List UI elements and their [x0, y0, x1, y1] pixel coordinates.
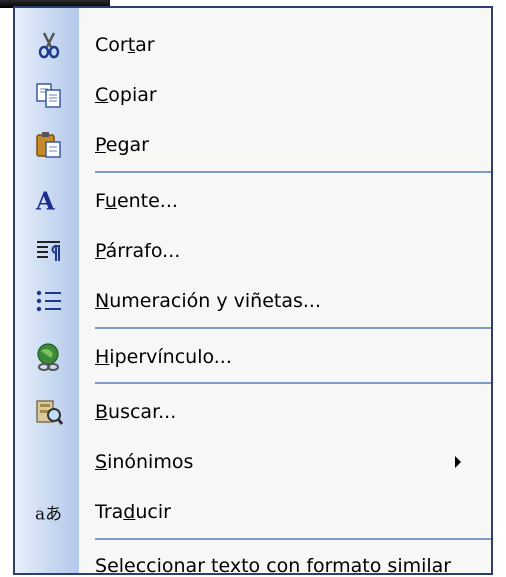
search-icon — [36, 400, 64, 425]
menu-item-paragraph[interactable]: Párrafo... — [15, 226, 491, 276]
menu-item-font[interactable]: A Fuente... — [15, 176, 491, 226]
paste-icon — [36, 132, 61, 158]
font-icon: A — [36, 186, 55, 216]
menu-item-copy-label: Copiar — [95, 84, 157, 106]
menu-item-search[interactable]: Buscar... — [15, 387, 491, 437]
menu-item-cut[interactable]: Cortar — [15, 20, 491, 70]
menu-separator — [95, 171, 491, 173]
menu-item-translate[interactable]: aあ Traducir — [15, 487, 491, 537]
menu-item-select-similar-formatting-label: Seleccionar texto con formato similar — [95, 555, 452, 575]
paragraph-icon — [37, 241, 60, 261]
menu-item-hyperlink[interactable]: Hipervínculo... — [15, 332, 491, 382]
submenu-arrow-icon — [455, 456, 461, 468]
menu-item-hyperlink-label: Hipervínculo... — [95, 346, 232, 368]
menu-item-copy[interactable]: Copiar — [15, 70, 491, 120]
hyperlink-icon — [37, 343, 59, 371]
menu-item-font-label: Fuente... — [95, 190, 178, 212]
menu-separator — [95, 538, 491, 540]
scissors-icon — [38, 32, 60, 59]
bullets-icon — [36, 290, 61, 312]
menu-item-select-similar-formatting[interactable]: Seleccionar texto con formato similar — [15, 541, 491, 575]
menu-item-bullets-label: Numeración y viñetas... — [95, 290, 321, 312]
copy-icon — [36, 83, 61, 108]
menu-item-translate-label: Traducir — [95, 501, 171, 523]
menu-item-paste-label: Pegar — [95, 134, 149, 156]
menu-item-cut-label: Cortar — [95, 34, 155, 56]
menu-item-bullets[interactable]: Numeración y viñetas... — [15, 276, 491, 326]
menu-item-paragraph-label: Párrafo... — [95, 240, 181, 262]
menu-separator — [95, 327, 491, 329]
menu-item-synonyms-label: Sinónimos — [95, 451, 194, 473]
menu-item-paste[interactable]: Pegar — [15, 120, 491, 170]
menu-item-synonyms[interactable]: Sinónimos — [15, 437, 491, 487]
background-document — [0, 0, 6, 577]
translate-icon: aあ — [35, 504, 63, 525]
context-menu: Cortar Copiar Pegar A Fuente... Párrafo.… — [13, 6, 493, 575]
menu-separator — [95, 382, 491, 384]
menu-item-search-label: Buscar... — [95, 401, 177, 423]
